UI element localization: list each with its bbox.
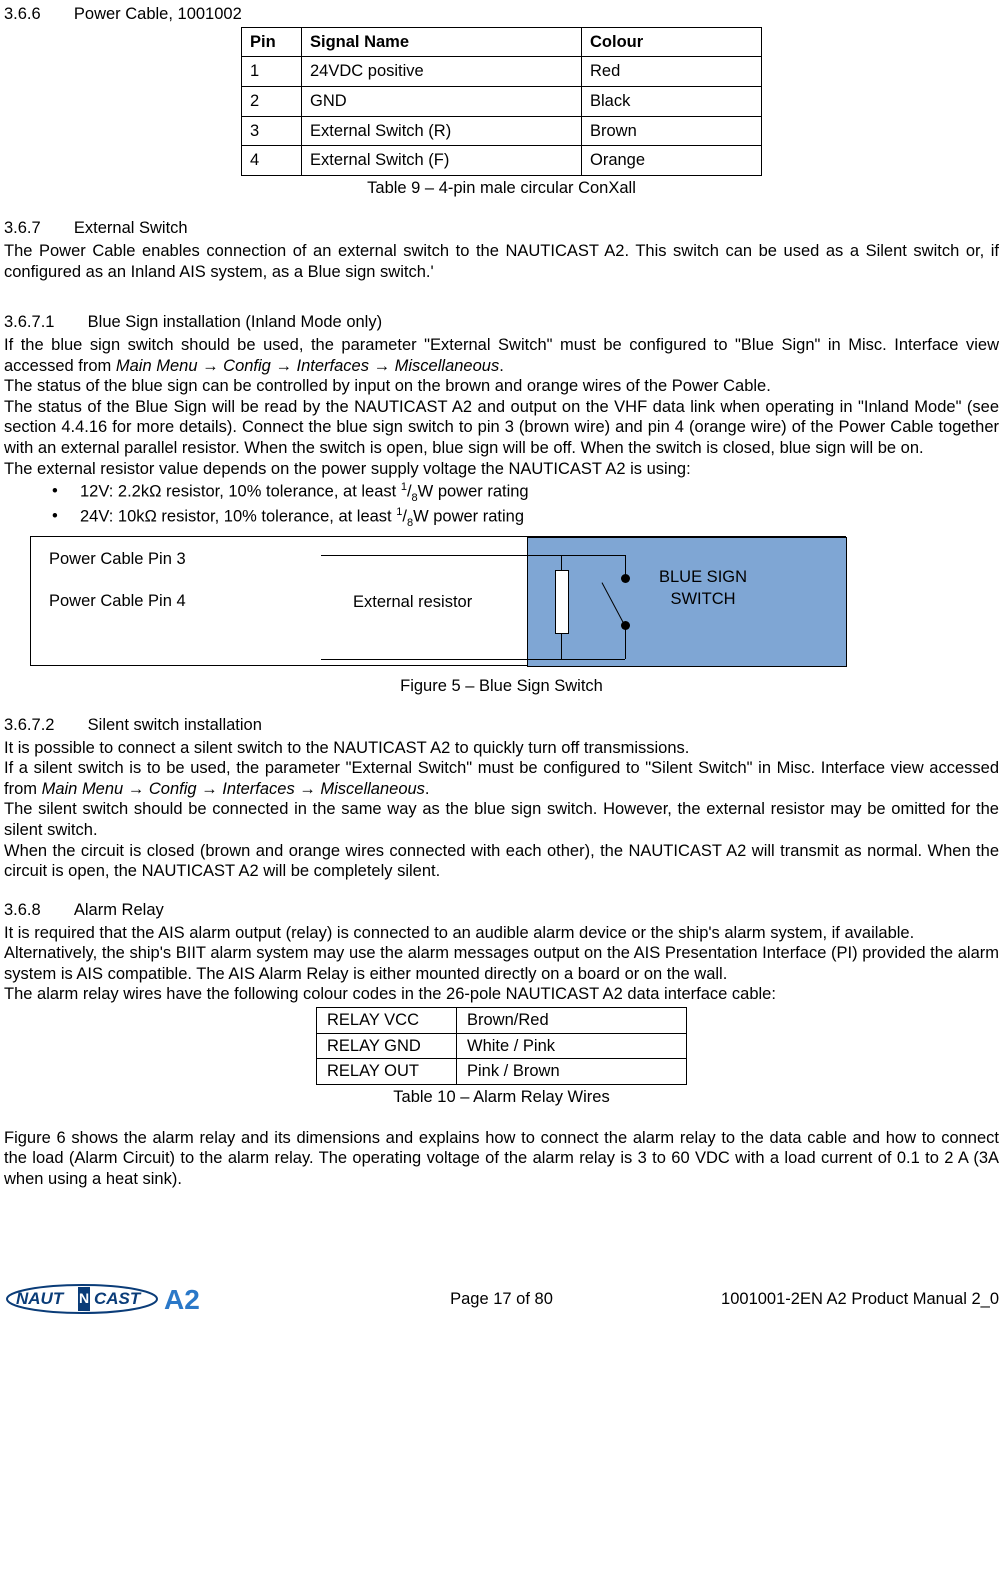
section-number: 3.6.7.2 (4, 715, 54, 736)
paragraph: It is possible to connect a silent switc… (4, 738, 999, 759)
paragraph: The status of the blue sign can be contr… (4, 376, 999, 397)
table-10-caption: Table 10 – Alarm Relay Wires (4, 1087, 999, 1108)
section-number: 3.6.7.1 (4, 312, 54, 333)
diagram-label-pin3: Power Cable Pin 3 (49, 549, 186, 570)
page-number: Page 17 of 80 (450, 1289, 553, 1310)
table-row: 3 External Switch (R) Brown (242, 116, 762, 146)
nav-path: Main Menu → Config → Interfaces → Miscel… (42, 780, 425, 798)
heading-3-6-6: 3.6.6 Power Cable, 1001002 (4, 4, 999, 25)
doc-id: 1001001-2EN A2 Product Manual 2_0 (721, 1289, 999, 1310)
section-title: Blue Sign installation (Inland Mode only… (88, 312, 382, 333)
th-colour: Colour (582, 27, 762, 57)
bullet-list: 12V: 2.2kΩ resistor, 10% tolerance, at l… (4, 481, 999, 530)
table-row: RELAY GND White / Pink (317, 1033, 687, 1059)
table-row: RELAY VCC Brown/Red (317, 1008, 687, 1034)
table-row: 1 24VDC positive Red (242, 57, 762, 87)
page-footer: NAUT N CAST A2 Page 17 of 80 1001001-2EN… (4, 1281, 999, 1317)
paragraph: If a silent switch is to be used, the pa… (4, 758, 999, 799)
list-item: 24V: 10kΩ resistor, 10% tolerance, at le… (52, 506, 999, 531)
th-pin: Pin (242, 27, 302, 57)
section-title: External Switch (74, 218, 188, 239)
paragraph: The alarm relay wires have the following… (4, 984, 999, 1005)
paragraph: Figure 6 shows the alarm relay and its d… (4, 1128, 999, 1190)
section-number: 3.6.7 (4, 218, 41, 239)
resistor-icon (555, 570, 569, 634)
diagram-label-resistor: External resistor (353, 592, 472, 613)
table-9-caption: Table 9 – 4-pin male circular ConXall (4, 178, 999, 199)
paragraph: The Power Cable enables connection of an… (4, 241, 999, 282)
paragraph: The external resistor value depends on t… (4, 459, 999, 480)
heading-3-6-7-2: 3.6.7.2 Silent switch installation (4, 715, 999, 736)
paragraph: If the blue sign switch should be used, … (4, 335, 999, 376)
section-title: Power Cable, 1001002 (74, 4, 242, 25)
figure-5-diagram: Power Cable Pin 3 Power Cable Pin 4 Exte… (30, 536, 999, 666)
svg-text:CAST: CAST (94, 1289, 142, 1308)
figure-5-caption: Figure 5 – Blue Sign Switch (4, 676, 999, 697)
list-item: 12V: 2.2kΩ resistor, 10% tolerance, at l… (52, 481, 999, 506)
diagram-label-pin4: Power Cable Pin 4 (49, 591, 186, 612)
paragraph: When the circuit is closed (brown and or… (4, 841, 999, 882)
table-row: RELAY OUT Pink / Brown (317, 1059, 687, 1085)
section-number: 3.6.8 (4, 900, 41, 921)
paragraph: It is required that the AIS alarm output… (4, 923, 999, 944)
table-pinout: Pin Signal Name Colour 1 24VDC positive … (241, 27, 762, 176)
svg-text:N: N (79, 1290, 89, 1306)
paragraph: The status of the Blue Sign will be read… (4, 397, 999, 459)
heading-3-6-8: 3.6.8 Alarm Relay (4, 900, 999, 921)
section-title: Silent switch installation (88, 715, 262, 736)
paragraph: The silent switch should be connected in… (4, 799, 999, 840)
paragraph: Alternatively, the ship's BIIT alarm sys… (4, 943, 999, 984)
heading-3-6-7-1: 3.6.7.1 Blue Sign installation (Inland M… (4, 312, 999, 333)
section-number: 3.6.6 (4, 4, 41, 25)
nav-path: Main Menu → Config → Interfaces → Miscel… (116, 357, 499, 375)
svg-text:NAUT: NAUT (16, 1289, 65, 1308)
table-relay: RELAY VCC Brown/Red RELAY GND White / Pi… (316, 1007, 687, 1085)
section-title: Alarm Relay (74, 900, 164, 921)
table-row: 2 GND Black (242, 86, 762, 116)
svg-text:A2: A2 (164, 1284, 200, 1315)
nauticast-a2-logo: NAUT N CAST A2 (4, 1281, 214, 1317)
table-row: 4 External Switch (F) Orange (242, 146, 762, 176)
th-signal: Signal Name (302, 27, 582, 57)
heading-3-6-7: 3.6.7 External Switch (4, 218, 999, 239)
diagram-label-blue-sign: BLUE SIGN SWITCH (659, 567, 747, 610)
